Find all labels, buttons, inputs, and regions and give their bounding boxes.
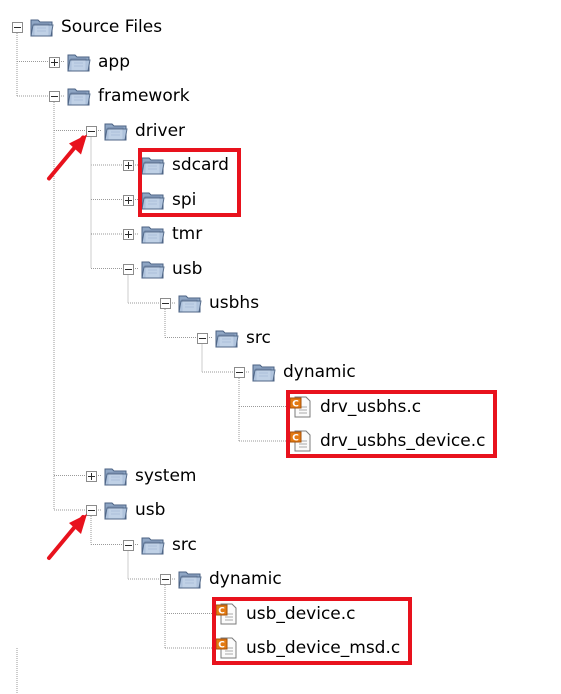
source-files-tree: Source Files app framework driver sdcard… xyxy=(0,0,561,694)
arrow-to-usb-toggle xyxy=(47,514,87,560)
